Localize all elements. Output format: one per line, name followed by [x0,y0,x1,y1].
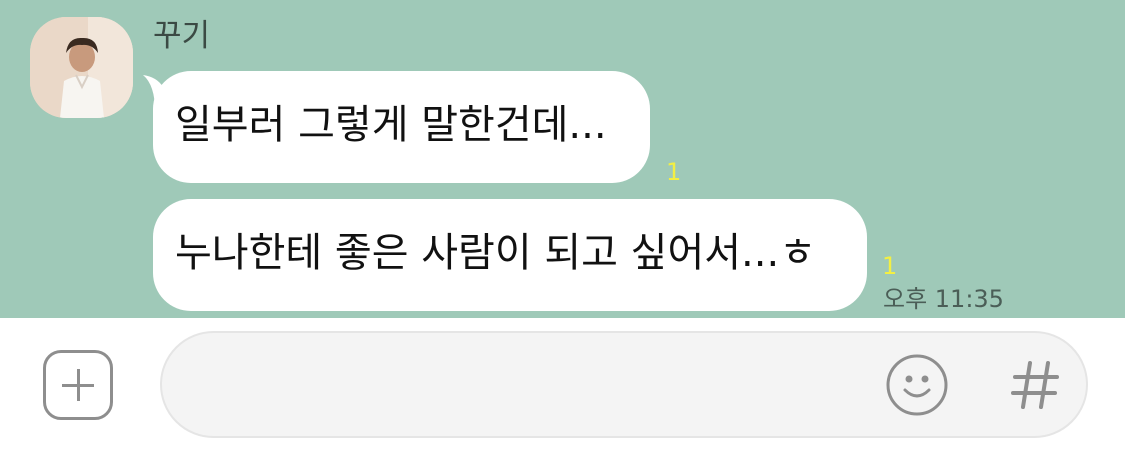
chat-area: 꾸기 일부러 그렇게 말한건데... 1 누나한테 좋은 사람이 되고 싶어서.… [0,0,1125,318]
message-text: 누나한테 좋은 사람이 되고 싶어서...ㅎ [175,230,817,276]
input-bar [0,318,1125,470]
message-bubble[interactable]: 누나한테 좋은 사람이 되고 싶어서...ㅎ [153,199,867,311]
profile-photo [30,17,133,118]
emoji-button[interactable] [885,353,949,417]
message-bubble[interactable]: 일부러 그렇게 말한건데... [153,71,650,183]
hash-button[interactable] [1005,355,1065,415]
sender-name: 꾸기 [153,18,211,54]
message-input-container[interactable] [160,331,1088,438]
sender-avatar[interactable] [30,17,133,118]
message-input[interactable] [202,363,862,407]
unread-count: 1 [666,158,682,186]
unread-count: 1 [882,252,898,280]
emoji-icon [886,354,948,416]
message-time: 오후 11:35 [883,285,1004,313]
plus-button[interactable] [43,350,113,420]
hash-icon [1011,361,1059,409]
message-text: 일부러 그렇게 말한건데... [175,102,607,148]
